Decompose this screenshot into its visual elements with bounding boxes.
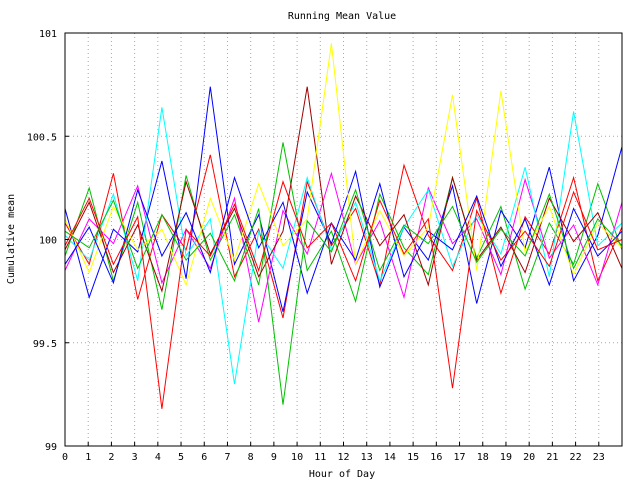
y-tick-label: 99 [45, 442, 57, 453]
x-tick-label: 4 [155, 452, 161, 463]
y-tick-label: 100 [39, 236, 57, 247]
x-tick-label: 9 [271, 452, 277, 463]
series-line [64, 175, 623, 295]
x-tick-label: 14 [384, 452, 396, 463]
x-tick-label: 23 [593, 452, 605, 463]
x-tick-label: 8 [248, 452, 254, 463]
x-tick-label: 15 [407, 452, 419, 463]
x-tick-label: 5 [178, 452, 184, 463]
x-tick-label: 10 [291, 452, 303, 463]
x-tick-label: 11 [314, 452, 326, 463]
x-tick-label: 22 [570, 452, 582, 463]
x-tick-label: 12 [337, 452, 349, 463]
x-tick-label: 3 [132, 452, 138, 463]
x-tick-label: 6 [201, 452, 207, 463]
y-tick-label: 100.5 [27, 132, 57, 143]
y-tick-label: 101 [39, 29, 57, 40]
y-axis-title: Cumulative mean [6, 194, 17, 284]
y-tick-label: 99.5 [33, 339, 57, 350]
x-tick-label: 19 [500, 452, 512, 463]
plot-frame [64, 32, 623, 447]
x-tick-label: 0 [62, 452, 68, 463]
x-tick-label: 17 [454, 452, 466, 463]
x-tick-label: 20 [523, 452, 535, 463]
x-axis-title: Hour of Day [309, 469, 375, 480]
chart-title: Running Mean Value [288, 11, 396, 22]
tick-layer: 0 1 2 3 4 5 6 7 8 9 10 11 12 13 14 15 16 17 18 19 20 21 22 2399… [27, 29, 605, 463]
x-tick-label: 18 [477, 452, 489, 463]
x-tick-label: 16 [430, 452, 442, 463]
x-tick-label: 2 [108, 452, 114, 463]
x-tick-label: 13 [361, 452, 373, 463]
running-mean-chart: 0 1 2 3 4 5 6 7 8 9 10 11 12 13 14 15 16 17 18 19 20 21 22 2399… [6, 11, 623, 480]
x-tick-label: 7 [224, 452, 230, 463]
grid-layer [65, 33, 622, 446]
x-tick-label: 1 [85, 452, 91, 463]
series-line [64, 180, 623, 409]
series-line [64, 86, 623, 312]
x-tick-label: 21 [546, 452, 558, 463]
